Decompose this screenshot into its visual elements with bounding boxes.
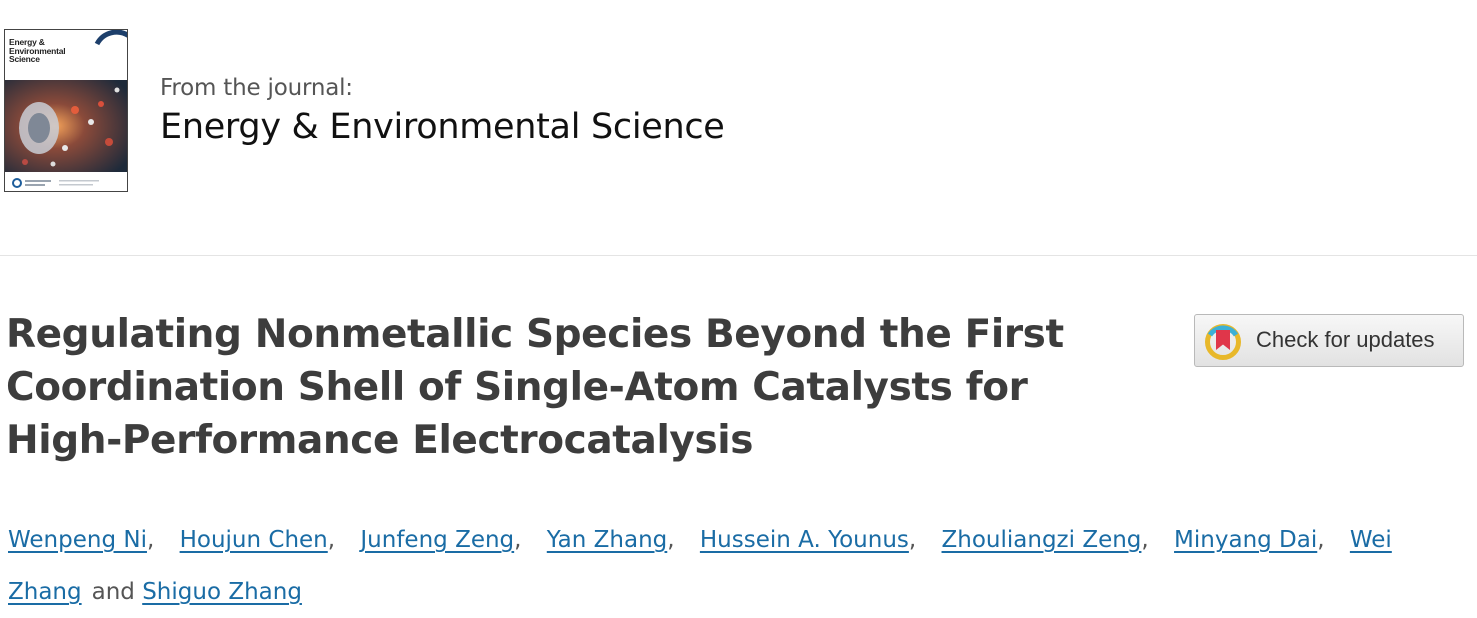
author-separator: , (667, 527, 675, 553)
author-list: Wenpeng Ni, Houjun Chen, Junfeng Zeng, Y… (8, 514, 1458, 618)
check-for-updates-button[interactable]: Check for updates (1194, 314, 1464, 367)
article-title: Regulating Nonmetallic Species Beyond th… (6, 312, 1064, 463)
author-conjunction: and (91, 579, 135, 605)
author-link[interactable]: Minyang Dai (1174, 527, 1317, 553)
journal-name[interactable]: Energy & Environmental Science (160, 107, 725, 147)
author-separator: , (514, 527, 522, 553)
check-for-updates-label: Check for updates (1256, 327, 1435, 352)
author-separator: , (1317, 527, 1325, 553)
cover-journal-title: Energy & Environmental Science (9, 37, 66, 64)
author-link[interactable]: Yan Zhang (547, 527, 667, 553)
author-separator: , (908, 527, 917, 553)
author-separator: , (327, 527, 336, 553)
author-link[interactable]: Shiguo Zhang (142, 579, 302, 605)
journal-cover-image[interactable]: Energy & Environmental Science (4, 29, 128, 192)
author-link[interactable]: Wenpeng Ni (8, 527, 147, 553)
journal-header: Energy & Environmental Science From the … (0, 0, 1477, 256)
crossmark-icon (1205, 324, 1241, 360)
author-link[interactable]: Hussein A. Younus (700, 527, 909, 553)
journal-from-label: From the journal: (160, 75, 353, 101)
author-link[interactable]: Junfeng Zeng (360, 527, 514, 553)
author-separator: , (1141, 527, 1149, 553)
author-link[interactable]: Zhouliangzi Zeng (942, 527, 1142, 553)
author-separator: , (146, 527, 155, 553)
author-link[interactable]: Houjun Chen (180, 527, 328, 553)
